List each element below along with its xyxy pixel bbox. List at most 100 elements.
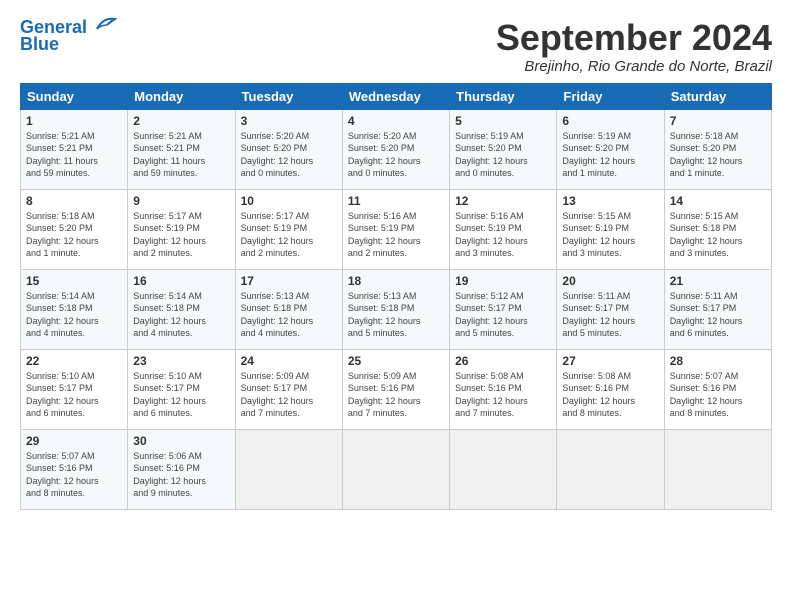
day-content: Sunrise: 5:11 AM Sunset: 5:17 PM Dayligh… — [670, 290, 766, 340]
calendar-cell: 18 Sunrise: 5:13 AM Sunset: 5:18 PM Dayli… — [342, 269, 449, 349]
day-number: 2 — [133, 114, 229, 128]
day-content: Sunrise: 5:08 AM Sunset: 5:16 PM Dayligh… — [455, 370, 551, 420]
calendar-cell: 10 Sunrise: 5:17 AM Sunset: 5:19 PM Dayli… — [235, 189, 342, 269]
calendar-cell: 14 Sunrise: 5:15 AM Sunset: 5:18 PM Dayli… — [664, 189, 771, 269]
calendar-cell: 28 Sunrise: 5:07 AM Sunset: 5:16 PM Dayli… — [664, 349, 771, 429]
day-number: 5 — [455, 114, 551, 128]
day-content: Sunrise: 5:07 AM Sunset: 5:16 PM Dayligh… — [670, 370, 766, 420]
day-content: Sunrise: 5:08 AM Sunset: 5:16 PM Dayligh… — [562, 370, 658, 420]
day-number: 12 — [455, 194, 551, 208]
calendar-cell: 9 Sunrise: 5:17 AM Sunset: 5:19 PM Daylig… — [128, 189, 235, 269]
day-content: Sunrise: 5:21 AM Sunset: 5:21 PM Dayligh… — [133, 130, 229, 180]
week-row-5: 29Sunrise: 5:07 AM Sunset: 5:16 PM Dayli… — [21, 429, 772, 509]
day-number: 29 — [26, 434, 122, 448]
day-number: 25 — [348, 354, 444, 368]
calendar-cell: 17Sunrise: 5:13 AM Sunset: 5:18 PM Dayli… — [235, 269, 342, 349]
day-number: 16 — [133, 274, 229, 288]
day-number: 30 — [133, 434, 229, 448]
day-number: 1 — [26, 114, 122, 128]
calendar-cell: 6 Sunrise: 5:19 AM Sunset: 5:20 PM Daylig… — [557, 109, 664, 189]
calendar-cell: 1 Sunrise: 5:21 AM Sunset: 5:21 PM Daylig… — [21, 109, 128, 189]
weekday-header-friday: Friday — [557, 83, 664, 109]
day-content: Sunrise: 5:14 AM Sunset: 5:18 PM Dayligh… — [26, 290, 122, 340]
day-number: 10 — [241, 194, 337, 208]
day-content: Sunrise: 5:20 AM Sunset: 5:20 PM Dayligh… — [241, 130, 337, 180]
day-content: Sunrise: 5:18 AM Sunset: 5:20 PM Dayligh… — [26, 210, 122, 260]
calendar-cell: 2 Sunrise: 5:21 AM Sunset: 5:21 PM Daylig… — [128, 109, 235, 189]
calendar-cell: 30 Sunrise: 5:06 AM Sunset: 5:16 PM Dayli… — [128, 429, 235, 509]
day-content: Sunrise: 5:06 AM Sunset: 5:16 PM Dayligh… — [133, 450, 229, 500]
day-content: Sunrise: 5:17 AM Sunset: 5:19 PM Dayligh… — [241, 210, 337, 260]
day-number: 24 — [241, 354, 337, 368]
logo-bird-icon — [89, 15, 117, 37]
calendar-cell: 13Sunrise: 5:15 AM Sunset: 5:19 PM Dayli… — [557, 189, 664, 269]
calendar-cell: 20Sunrise: 5:11 AM Sunset: 5:17 PM Dayli… — [557, 269, 664, 349]
calendar-cell: 22 Sunrise: 5:10 AM Sunset: 5:17 PM Dayli… — [21, 349, 128, 429]
day-content: Sunrise: 5:13 AM Sunset: 5:18 PM Dayligh… — [348, 290, 444, 340]
calendar-cell: 5 Sunrise: 5:19 AM Sunset: 5:20 PM Daylig… — [450, 109, 557, 189]
day-content: Sunrise: 5:15 AM Sunset: 5:18 PM Dayligh… — [670, 210, 766, 260]
logo-blue: Blue — [20, 34, 59, 55]
weekday-header-monday: Monday — [128, 83, 235, 109]
day-content: Sunrise: 5:16 AM Sunset: 5:19 PM Dayligh… — [348, 210, 444, 260]
day-number: 22 — [26, 354, 122, 368]
calendar-cell: 4Sunrise: 5:20 AM Sunset: 5:20 PM Daylig… — [342, 109, 449, 189]
day-number: 21 — [670, 274, 766, 288]
title-block: September 2024 Brejinho, Rio Grande do N… — [496, 18, 772, 75]
day-number: 23 — [133, 354, 229, 368]
day-number: 19 — [455, 274, 551, 288]
day-number: 7 — [670, 114, 766, 128]
day-content: Sunrise: 5:09 AM Sunset: 5:17 PM Dayligh… — [241, 370, 337, 420]
calendar-cell — [450, 429, 557, 509]
logo: General Blue — [20, 18, 117, 55]
calendar-cell: 16 Sunrise: 5:14 AM Sunset: 5:18 PM Dayli… — [128, 269, 235, 349]
weekday-header-tuesday: Tuesday — [235, 83, 342, 109]
calendar-cell: 29Sunrise: 5:07 AM Sunset: 5:16 PM Dayli… — [21, 429, 128, 509]
calendar-cell — [664, 429, 771, 509]
day-content: Sunrise: 5:10 AM Sunset: 5:17 PM Dayligh… — [133, 370, 229, 420]
calendar-cell: 19 Sunrise: 5:12 AM Sunset: 5:17 PM Dayli… — [450, 269, 557, 349]
calendar-cell: 15 Sunrise: 5:14 AM Sunset: 5:18 PM Dayli… — [21, 269, 128, 349]
calendar-table: SundayMondayTuesdayWednesdayThursdayFrid… — [20, 83, 772, 510]
day-number: 28 — [670, 354, 766, 368]
weekday-header-row: SundayMondayTuesdayWednesdayThursdayFrid… — [21, 83, 772, 109]
day-number: 13 — [562, 194, 658, 208]
day-number: 3 — [241, 114, 337, 128]
day-number: 27 — [562, 354, 658, 368]
day-content: Sunrise: 5:09 AM Sunset: 5:16 PM Dayligh… — [348, 370, 444, 420]
calendar-cell: 3 Sunrise: 5:20 AM Sunset: 5:20 PM Daylig… — [235, 109, 342, 189]
day-content: Sunrise: 5:19 AM Sunset: 5:20 PM Dayligh… — [562, 130, 658, 180]
weekday-header-wednesday: Wednesday — [342, 83, 449, 109]
day-content: Sunrise: 5:14 AM Sunset: 5:18 PM Dayligh… — [133, 290, 229, 340]
day-content: Sunrise: 5:13 AM Sunset: 5:18 PM Dayligh… — [241, 290, 337, 340]
day-content: Sunrise: 5:12 AM Sunset: 5:17 PM Dayligh… — [455, 290, 551, 340]
calendar-cell — [342, 429, 449, 509]
day-number: 9 — [133, 194, 229, 208]
weekday-header-saturday: Saturday — [664, 83, 771, 109]
week-row-3: 15 Sunrise: 5:14 AM Sunset: 5:18 PM Dayli… — [21, 269, 772, 349]
calendar-cell: 12Sunrise: 5:16 AM Sunset: 5:19 PM Dayli… — [450, 189, 557, 269]
week-row-2: 8Sunrise: 5:18 AM Sunset: 5:20 PM Daylig… — [21, 189, 772, 269]
calendar-cell: 7Sunrise: 5:18 AM Sunset: 5:20 PM Daylig… — [664, 109, 771, 189]
calendar-cell: 24 Sunrise: 5:09 AM Sunset: 5:17 PM Dayli… — [235, 349, 342, 429]
calendar-cell: 26Sunrise: 5:08 AM Sunset: 5:16 PM Dayli… — [450, 349, 557, 429]
day-number: 6 — [562, 114, 658, 128]
day-content: Sunrise: 5:17 AM Sunset: 5:19 PM Dayligh… — [133, 210, 229, 260]
location: Brejinho, Rio Grande do Norte, Brazil — [496, 58, 772, 75]
day-content: Sunrise: 5:10 AM Sunset: 5:17 PM Dayligh… — [26, 370, 122, 420]
week-row-4: 22 Sunrise: 5:10 AM Sunset: 5:17 PM Dayli… — [21, 349, 772, 429]
day-number: 15 — [26, 274, 122, 288]
month-title: September 2024 — [496, 18, 772, 58]
calendar-cell: 25 Sunrise: 5:09 AM Sunset: 5:16 PM Dayli… — [342, 349, 449, 429]
day-content: Sunrise: 5:11 AM Sunset: 5:17 PM Dayligh… — [562, 290, 658, 340]
calendar-cell: 27 Sunrise: 5:08 AM Sunset: 5:16 PM Dayli… — [557, 349, 664, 429]
weekday-header-sunday: Sunday — [21, 83, 128, 109]
day-number: 11 — [348, 194, 444, 208]
day-content: Sunrise: 5:21 AM Sunset: 5:21 PM Dayligh… — [26, 130, 122, 180]
day-number: 18 — [348, 274, 444, 288]
day-content: Sunrise: 5:19 AM Sunset: 5:20 PM Dayligh… — [455, 130, 551, 180]
calendar-cell: 11 Sunrise: 5:16 AM Sunset: 5:19 PM Dayli… — [342, 189, 449, 269]
day-number: 14 — [670, 194, 766, 208]
header: General Blue September 2024 Brejinho, Ri… — [20, 18, 772, 75]
day-content: Sunrise: 5:20 AM Sunset: 5:20 PM Dayligh… — [348, 130, 444, 180]
